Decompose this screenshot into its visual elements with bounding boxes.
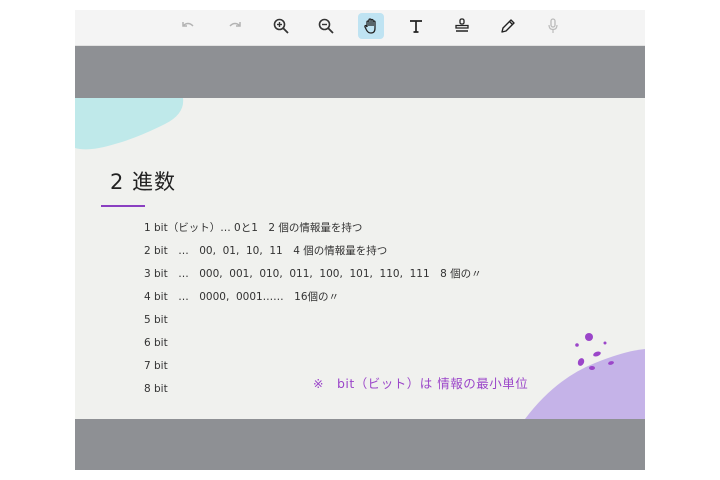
zoom-out-button[interactable] [313,13,339,39]
list-item: 2 bit … 00, 01, 10, 11 4 個の情報量を持つ [144,245,388,257]
list-item: 3 bit … 000, 001, 010, 011, 100, 101, 11… [144,268,482,280]
document-viewer: 2 進数 1 bit（ビット）… 0と1 2 個の情報量を持つ 2 bit … … [75,10,645,470]
zoom-in-button[interactable] [268,13,294,39]
list-item: 1 bit（ビット）… 0と1 2 個の情報量を持つ [144,222,363,234]
list-item: 4 bit … 0000, 0001…… 16個の〃 [144,291,340,303]
list-item: 5 bit [144,314,168,326]
undo-button[interactable] [175,13,201,39]
redo-icon [229,22,241,27]
slide-note: ※ bit（ビット）は 情報の最小単位 [313,376,529,391]
zoom-out-icon [318,18,334,34]
text-tool-button[interactable] [403,13,429,39]
redo-button[interactable] [222,13,248,39]
hand-icon [364,18,376,34]
hand-tool-button[interactable] [358,13,384,39]
pen-tool-button[interactable] [495,13,521,39]
teal-blob-decoration [75,98,184,150]
pen-icon [501,19,515,33]
text-icon [410,20,422,33]
zoom-in-icon [273,18,289,34]
list-item: 6 bit [144,337,168,349]
title-underline [101,205,145,207]
slide-page: 2 進数 1 bit（ビット）… 0と1 2 個の情報量を持つ 2 bit … … [75,98,645,419]
mic-button[interactable] [540,13,566,39]
stamp-icon [455,18,469,32]
annotation-toolbar [75,10,645,46]
purple-blob-decoration [525,333,645,419]
mic-icon [548,18,558,33]
stamp-tool-button[interactable] [449,13,475,39]
undo-icon [182,22,194,27]
slide-title: 2 進数 [110,170,177,194]
